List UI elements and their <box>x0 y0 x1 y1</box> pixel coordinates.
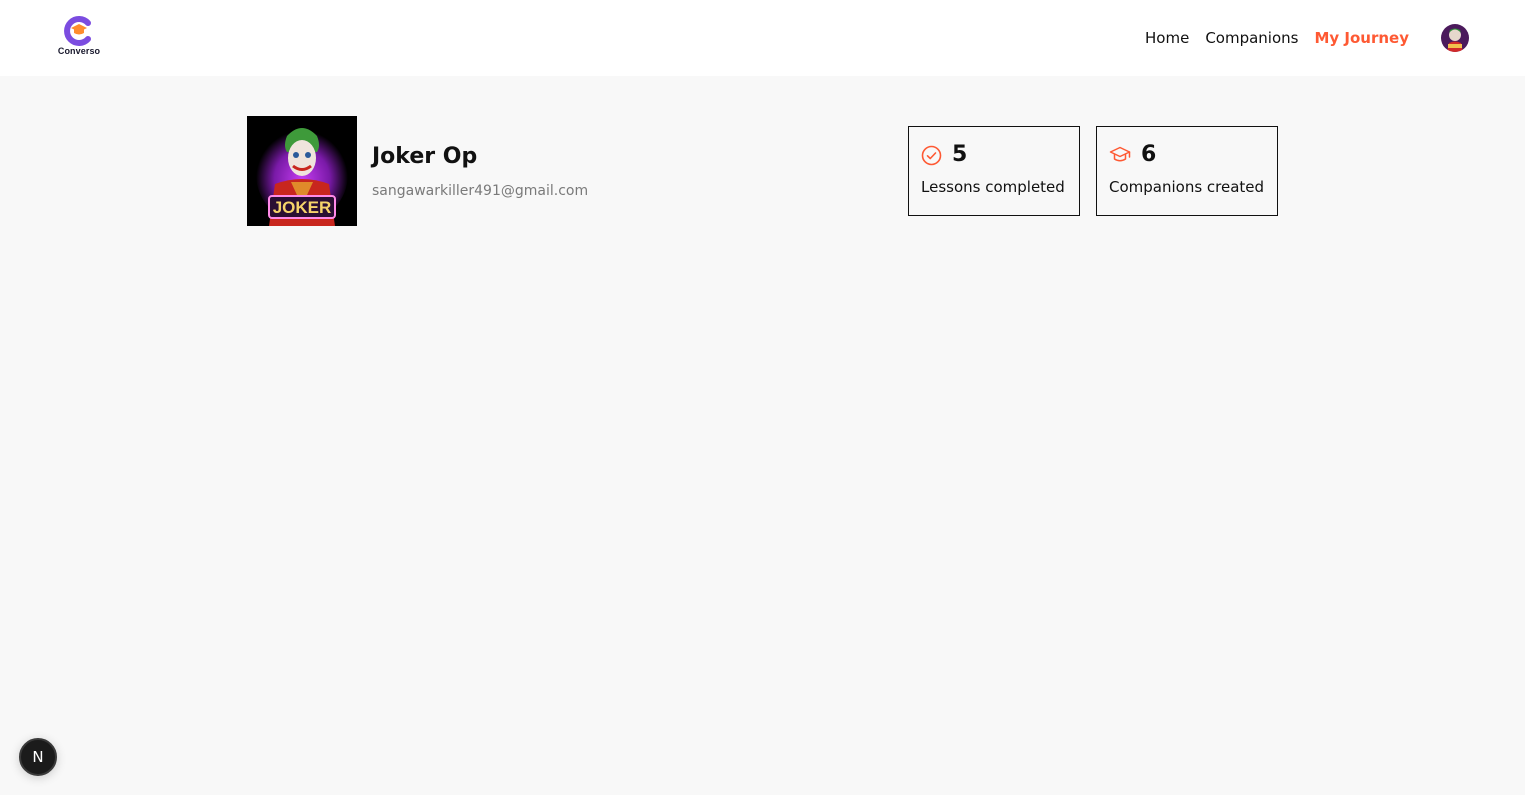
lessons-completed-label: Lessons completed <box>921 178 1065 196</box>
user-avatar-button[interactable] <box>1441 24 1469 52</box>
converso-logo[interactable]: Converso <box>56 14 102 60</box>
companions-created-value: 6 <box>1141 142 1157 167</box>
nav-link-companions[interactable]: Companions <box>1205 28 1298 48</box>
companions-created-label: Companions created <box>1109 178 1265 196</box>
converso-logo-icon <box>64 16 91 46</box>
stat-card-companions: 6 Companions created <box>1096 126 1278 216</box>
joker-avatar-text: JOKER <box>273 198 332 217</box>
navbar: Converso Home Companions My Journey <box>0 0 1525 76</box>
profile-name: Joker Op <box>372 144 478 169</box>
nextjs-dev-badge[interactable]: N <box>19 738 57 776</box>
lessons-completed-value: 5 <box>952 142 968 167</box>
joker-avatar-icon: JOKER <box>247 116 357 226</box>
logo-text: Converso <box>57 46 101 56</box>
stat-card-lessons: 5 Lessons completed <box>908 126 1080 216</box>
graduation-cap-icon <box>1109 146 1131 162</box>
nav-link-home[interactable]: Home <box>1145 28 1189 48</box>
nextjs-icon: N <box>32 748 44 766</box>
user-avatar-icon <box>1441 24 1469 52</box>
profile-email: sangawarkiller491@gmail.com <box>372 183 589 199</box>
profile-avatar: JOKER <box>247 116 357 226</box>
main-nav: Home Companions My Journey <box>1145 28 1409 48</box>
nav-link-my-journey[interactable]: My Journey <box>1314 28 1409 48</box>
check-circle-icon <box>921 145 942 165</box>
